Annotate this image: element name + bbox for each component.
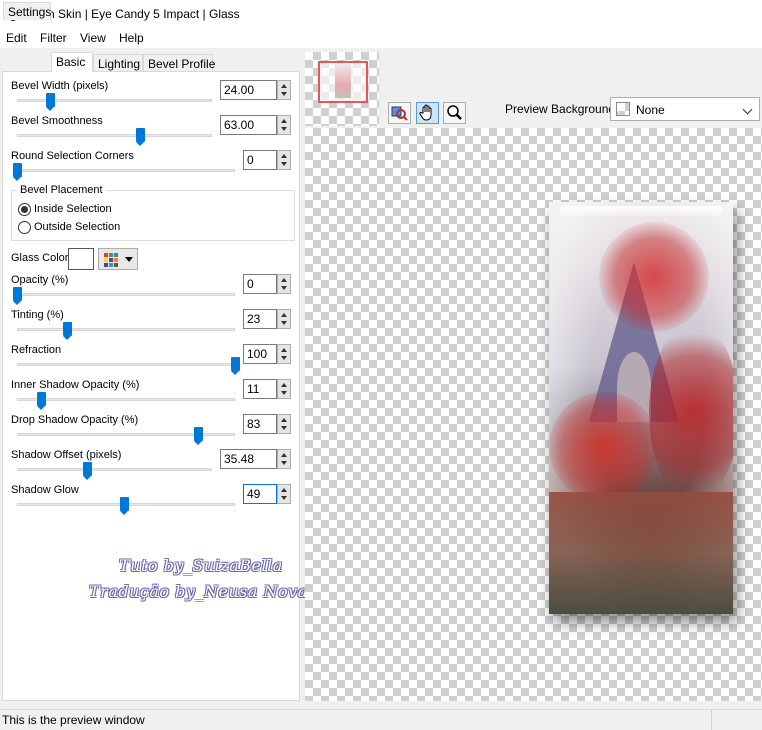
menu-help[interactable]: Help <box>119 31 144 45</box>
basic-settings-panel: Bevel Width (pixels) 24.00 Bevel Smoothn… <box>2 71 326 701</box>
bevel-placement-group <box>11 190 295 241</box>
refraction-input[interactable]: 100 <box>243 344 277 364</box>
tinting-input[interactable]: 23 <box>243 309 277 329</box>
inner-shadow-opacity-label: Inner Shadow Opacity (%) <box>11 379 140 391</box>
shadow-glow-input[interactable]: 49 <box>243 484 277 504</box>
bevel-width-input[interactable]: 24.00 <box>220 80 277 100</box>
glass-highlight <box>559 206 723 216</box>
navigate-tool-button[interactable] <box>388 102 411 124</box>
bevel-smoothness-slider-track[interactable] <box>17 134 212 137</box>
inside-selection-label[interactable]: Inside Selection <box>34 203 112 215</box>
round-corners-label: Round Selection Corners <box>11 150 134 162</box>
window-title: Alien Skin | Eye Candy 5 Impact | Glass <box>28 7 240 21</box>
outside-selection-label[interactable]: Outside Selection <box>34 221 120 233</box>
opacity-slider-track[interactable] <box>17 293 235 296</box>
inside-selection-radio[interactable] <box>18 203 31 216</box>
watermark-line-2: Tradução by_Neusa Novaes <box>89 582 327 601</box>
color-palette-button[interactable] <box>98 248 138 270</box>
bevel-smoothness-spinner[interactable] <box>277 115 291 135</box>
hand-icon <box>419 104 432 121</box>
inner-shadow-opacity-slider-thumb[interactable] <box>36 392 46 410</box>
transparent-swatch-icon <box>616 102 630 116</box>
refraction-spinner[interactable] <box>277 344 291 364</box>
shadow-glow-spinner[interactable] <box>277 484 291 504</box>
drop-shadow-opacity-slider-thumb[interactable] <box>193 427 203 445</box>
shadow-glow-label: Shadow Glow <box>11 484 79 496</box>
opacity-spinner[interactable] <box>277 274 291 294</box>
bevel-width-spinner[interactable] <box>277 80 291 100</box>
palette-grid-icon <box>104 253 118 267</box>
refraction-slider-thumb[interactable] <box>231 357 240 375</box>
menu-bar: Edit Filter View Help <box>0 28 762 48</box>
inner-shadow-opacity-input[interactable]: 11 <box>243 379 277 399</box>
bevel-smoothness-input[interactable]: 63.00 <box>220 115 277 135</box>
glass-color-swatch[interactable] <box>68 248 94 270</box>
red-foliage-right <box>649 322 733 502</box>
red-foliage-left <box>549 392 659 502</box>
magnifier-icon <box>447 105 462 120</box>
menu-edit[interactable]: Edit <box>6 31 27 45</box>
preview-background-label: Preview Background: <box>505 102 619 116</box>
tab-basic[interactable]: Basic <box>51 52 93 72</box>
tinting-slider-thumb[interactable] <box>63 322 73 340</box>
glass-color-label: Glass Color <box>11 252 69 264</box>
round-corners-slider-track[interactable] <box>17 169 235 172</box>
outside-selection-radio[interactable] <box>18 221 31 234</box>
shadow-offset-input[interactable]: 35.48 <box>220 449 277 469</box>
inner-shadow-opacity-slider-track[interactable] <box>17 398 235 401</box>
preview-background-value: None <box>636 103 665 117</box>
drop-shadow-opacity-spinner[interactable] <box>277 414 291 434</box>
bevel-width-slider-thumb[interactable] <box>46 93 56 111</box>
chevron-down-icon <box>742 104 753 115</box>
watermark-line-1: Tuto by_SuizaBella <box>119 556 283 575</box>
status-bar: This is the preview window <box>0 709 762 730</box>
opacity-label: Opacity (%) <box>11 274 69 286</box>
inner-shadow-opacity-spinner[interactable] <box>277 379 291 399</box>
tab-lighting[interactable]: Lighting <box>93 54 143 72</box>
dropdown-arrow-icon <box>125 257 133 262</box>
opacity-slider-thumb[interactable] <box>13 287 22 305</box>
tinting-label: Tinting (%) <box>11 309 64 321</box>
shadow-offset-slider-thumb[interactable] <box>83 462 93 480</box>
title-bar: Alien Skin | Eye Candy 5 Impact | Glass <box>0 0 762 28</box>
preview-glass-image <box>549 202 733 614</box>
navigate-icon <box>391 106 408 121</box>
tab-bevel-profile[interactable]: Bevel Profile <box>143 54 215 72</box>
hand-tool-button[interactable] <box>416 102 439 124</box>
navigator-view-frame[interactable] <box>318 61 368 103</box>
round-corners-spinner[interactable] <box>277 150 291 170</box>
status-separator <box>711 710 712 730</box>
bevel-placement-label: Bevel Placement <box>17 184 106 196</box>
shadow-glow-slider-thumb[interactable] <box>119 497 129 515</box>
shadow-offset-label: Shadow Offset (pixels) <box>11 449 122 461</box>
zoom-tool-button[interactable] <box>443 102 466 124</box>
bevel-smoothness-slider-thumb[interactable] <box>135 128 145 146</box>
bevel-width-label: Bevel Width (pixels) <box>11 80 109 92</box>
round-corners-slider-thumb[interactable] <box>13 163 22 181</box>
drop-shadow-opacity-label: Drop Shadow Opacity (%) <box>11 414 139 426</box>
menu-filter[interactable]: Filter <box>40 31 67 45</box>
tinting-spinner[interactable] <box>277 309 291 329</box>
drop-shadow-opacity-input[interactable]: 83 <box>243 414 277 434</box>
opacity-input[interactable]: 0 <box>243 274 277 294</box>
shadow-offset-spinner[interactable] <box>277 449 291 469</box>
refraction-label: Refraction <box>11 344 62 356</box>
bevel-smoothness-label: Bevel Smoothness <box>11 115 103 127</box>
tinting-slider-track[interactable] <box>17 328 235 331</box>
refraction-slider-track[interactable] <box>17 363 235 366</box>
status-text: This is the preview window <box>2 713 145 727</box>
tab-settings[interactable]: Settings <box>3 2 51 20</box>
red-foliage-top <box>599 222 709 332</box>
menu-view[interactable]: View <box>80 31 106 45</box>
leaf-covered-ground <box>549 492 733 614</box>
round-corners-input[interactable]: 0 <box>243 150 277 170</box>
preview-background-select[interactable]: None <box>610 97 760 121</box>
shadow-offset-slider-track[interactable] <box>17 468 212 471</box>
